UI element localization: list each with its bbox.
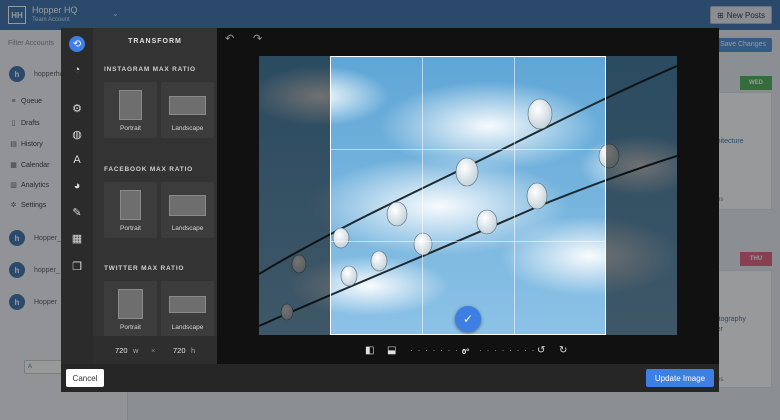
rotation-slider-left[interactable]: · · · · · · · · (410, 345, 466, 355)
facebook-portrait-button[interactable]: Portrait (104, 182, 157, 238)
panel-title: TRANSFORM (128, 38, 182, 45)
ratio-label: Landscape (171, 125, 204, 132)
crop-grid-line (331, 241, 605, 242)
apply-crop-button[interactable]: ✓ (455, 306, 481, 332)
times-sign: × (151, 346, 156, 355)
editor-canvas: ↶ ↷ ✓ (217, 28, 719, 364)
focus-icon[interactable]: ◍ (69, 126, 85, 142)
height-unit: h (191, 346, 196, 355)
crop-shade-right (606, 56, 677, 335)
transform-controls: ◧ ⬓ · · · · · · · · 0° · · · · · · · · ↺… (217, 340, 719, 364)
ratio-label: Landscape (171, 225, 204, 232)
overlay-icon[interactable]: ❐ (69, 258, 85, 274)
section-title: INSTAGRAM MAX RATIO (104, 66, 196, 73)
section-title: TWITTER MAX RATIO (104, 265, 185, 272)
landscape-ratio-icon (169, 195, 206, 216)
height-value[interactable]: 720 (173, 346, 186, 355)
ratio-label: Landscape (171, 324, 204, 331)
width-unit: w (133, 346, 139, 355)
facebook-landscape-button[interactable]: Landscape (161, 182, 214, 238)
crop-shade-left (259, 56, 330, 335)
cancel-button[interactable]: Cancel (66, 369, 104, 387)
text-icon[interactable]: A (69, 152, 85, 168)
rotation-angle: 0° (462, 347, 470, 356)
landscape-ratio-icon (169, 96, 206, 115)
portrait-ratio-icon (118, 289, 143, 319)
ratio-label: Portrait (120, 125, 141, 132)
rotation-slider-right[interactable]: · · · · · · · · (479, 345, 535, 355)
transform-icon[interactable]: ⟲ (69, 36, 85, 52)
width-value[interactable]: 720 (115, 346, 128, 355)
undo-icon[interactable]: ↶ (225, 32, 234, 45)
transform-panel: TRANSFORM INSTAGRAM MAX RATIO Portrait L… (93, 28, 217, 364)
section-title: FACEBOOK MAX RATIO (104, 166, 194, 173)
checkmark-icon: ✓ (462, 312, 474, 326)
crop-grid-line (514, 57, 515, 334)
instagram-landscape-button[interactable]: Landscape (161, 82, 214, 138)
portrait-ratio-icon (120, 190, 141, 220)
flip-vertical-icon[interactable]: ⬓ (387, 345, 396, 356)
brush-icon[interactable]: ✎ (69, 204, 85, 220)
crop-frame[interactable] (330, 56, 606, 335)
twitter-portrait-button[interactable]: Portrait (104, 281, 157, 337)
sticker-icon[interactable]: ◕ (69, 178, 85, 194)
landscape-ratio-icon (169, 296, 206, 313)
crop-grid-line (422, 57, 423, 334)
twitter-landscape-button[interactable]: Landscape (161, 281, 214, 337)
dimensions-readout: 720 w × 720 h (93, 336, 217, 364)
redo-icon[interactable]: ↷ (253, 32, 262, 45)
crop-grid-line (331, 149, 605, 150)
modal-footer: Cancel Update Image (61, 364, 719, 392)
portrait-ratio-icon (119, 90, 142, 120)
filter-icon[interactable]: ◔ (69, 62, 85, 78)
flip-horizontal-icon[interactable]: ◧ (365, 345, 374, 356)
instagram-portrait-button[interactable]: Portrait (104, 82, 157, 138)
image-editor-modal: ⟲ ◔ ⚙ ◍ A ◕ ✎ ▦ ❐ TRANSFORM INSTAGRAM MA… (61, 28, 719, 392)
update-image-button[interactable]: Update Image (646, 369, 714, 387)
frame-icon[interactable]: ▦ (69, 230, 85, 246)
tool-bar: ⟲ ◔ ⚙ ◍ A ◕ ✎ ▦ ❐ (61, 28, 93, 364)
ratio-label: Portrait (120, 324, 141, 331)
adjust-icon[interactable]: ⚙ (69, 100, 85, 116)
ratio-label: Portrait (120, 225, 141, 232)
rotate-right-icon[interactable]: ↻ (559, 345, 567, 356)
rotate-left-icon[interactable]: ↺ (537, 345, 545, 356)
